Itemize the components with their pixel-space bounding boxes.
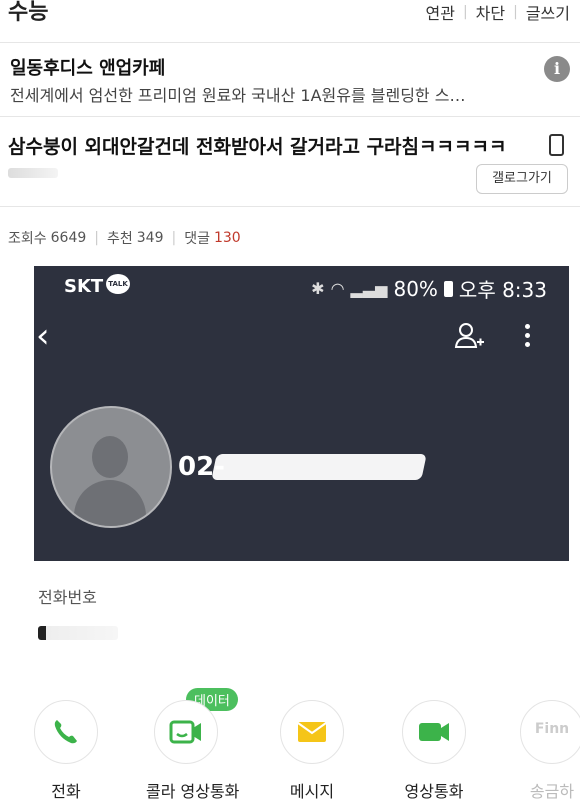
mobile-icon [549, 134, 564, 156]
post-title: 삼수붕이 외대안갈건데 전화받아서 갈거라고 구라침ㅋㅋㅋㅋㅋ [8, 136, 507, 158]
add-contact-icon [454, 323, 484, 348]
comments-count[interactable]: 130 [214, 230, 241, 246]
views-label: 조회수 [8, 231, 47, 247]
post-stats: 조회수 6649 | 추천 349 | 댓글 130 [8, 228, 241, 248]
bluetooth-icon: ✱ [311, 279, 325, 298]
finn-icon[interactable]: Finn [520, 700, 580, 764]
finn-text: Finn [534, 721, 570, 737]
views-count: 6649 [50, 230, 87, 246]
message-icon[interactable] [280, 700, 344, 764]
cola-video-call-action[interactable]: 콜라 영상통화 [146, 700, 240, 802]
gallog-button[interactable]: 갤로그가기 [476, 164, 568, 194]
top-bar: 수능 연관 | 차단 | 글쓰기 [0, 0, 580, 43]
divider: | [513, 4, 518, 20]
call-action[interactable]: 전화 [26, 700, 106, 802]
write-link[interactable]: 글쓰기 [526, 0, 570, 24]
phone-icon[interactable] [34, 700, 98, 764]
carrier-label: SKT [64, 276, 104, 297]
ad-banner[interactable]: 일동후디스 앤업카페 전세계에서 엄선한 프리미엄 원료와 국내산 1A원유를 … [0, 44, 580, 117]
avatar-head [92, 436, 128, 478]
message-label: 메시지 [289, 782, 335, 801]
ad-title[interactable]: 일동후디스 앤업카페 [10, 54, 165, 80]
ad-description[interactable]: 전세계에서 엄선한 프리미엄 원료와 국내산 1A원유를 블렌딩한 스… [10, 82, 530, 106]
status-bar: ✱ ◠ ▂▃▅ 80% 오후 8:33 [311, 274, 547, 303]
message-action[interactable]: 메시지 [272, 700, 352, 802]
top-links: 연관 | 차단 | 글쓰기 [425, 0, 570, 24]
signal-icon: ▂▃▅ [350, 279, 388, 298]
phone-number-label: 전화번호 [38, 588, 97, 607]
divider: | [462, 4, 468, 20]
remit-label: 송금하 [529, 782, 575, 801]
more-icon [522, 320, 532, 354]
video-call-icon[interactable] [154, 700, 218, 764]
kakaotalk-icon: TALK [106, 274, 130, 294]
recommend-label: 추천 [107, 231, 133, 247]
video-call-label: 영상통화 [404, 782, 464, 801]
back-icon: ‹ [36, 316, 50, 356]
author-name[interactable] [8, 168, 58, 178]
call-label: 전화 [51, 782, 81, 801]
battery-percent: 80% [393, 276, 438, 301]
block-link[interactable]: 차단 [476, 0, 505, 24]
related-link[interactable]: 연관 [425, 0, 454, 24]
action-bar: 전화 콜라 영상통화 메시지 영상통화 Finn 송금하 [0, 700, 580, 811]
phone-number-value [38, 626, 118, 640]
divider: | [94, 230, 99, 246]
video-icon[interactable] [402, 700, 466, 764]
post-header: 삼수붕이 외대안갈건데 전화받아서 갈거라고 구라침ㅋㅋㅋㅋㅋ 갤로그가기 [0, 118, 580, 207]
recommend-count: 349 [136, 230, 164, 246]
avatar [50, 406, 172, 528]
clock: 오후 8:33 [458, 278, 547, 302]
divider: | [171, 230, 177, 246]
wifi-icon: ◠ [330, 279, 345, 298]
remit-action[interactable]: Finn 송금하 [512, 700, 580, 802]
redaction-mark [211, 454, 427, 480]
video-call-action[interactable]: 영상통화 [394, 700, 474, 802]
gallery-title[interactable]: 수능 [8, 0, 48, 26]
call-screenshot: SKT TALK ✱ ◠ ▂▃▅ 80% 오후 8:33 ‹ 02- [34, 266, 569, 561]
avatar-body [74, 480, 146, 526]
cola-video-call-label: 콜라 영상통화 [146, 782, 240, 801]
comments-label: 댓글 [184, 231, 210, 247]
battery-icon [443, 280, 453, 297]
info-icon[interactable]: i [544, 56, 570, 82]
